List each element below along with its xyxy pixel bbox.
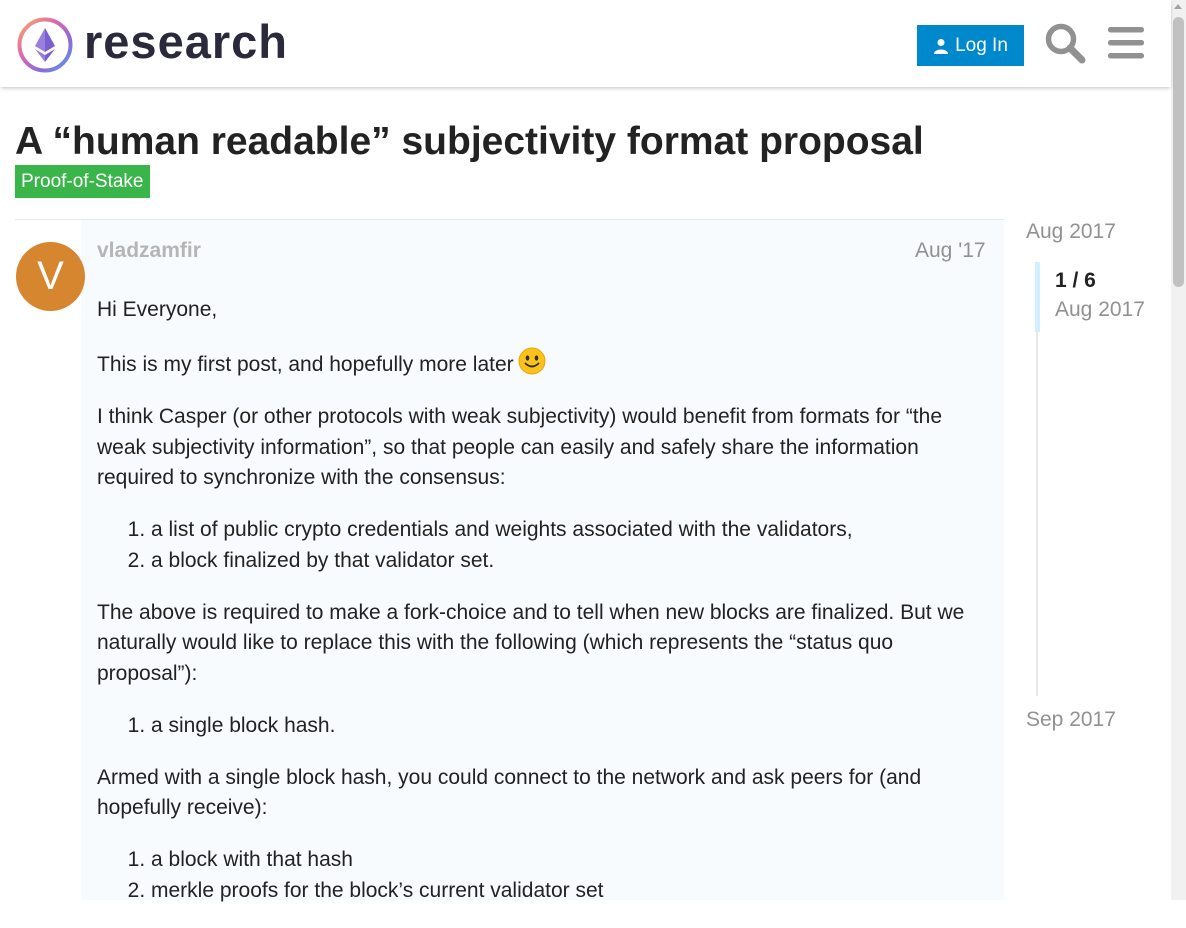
list-item: merkle proofs for the block’s current va… [151,876,982,907]
timeline-position[interactable]: 1 / 6 [1055,269,1096,293]
slight-smile-emoji-icon [518,347,546,375]
login-button[interactable]: Log In [917,25,1024,66]
post-paragraph: This is my first post, and hopefully mor… [97,347,982,381]
post-paragraph-text: This is my first post, and hopefully mor… [97,353,514,376]
site-header: research Log In [0,0,1171,87]
timeline-end-date[interactable]: Sep 2017 [1026,708,1116,732]
user-icon [934,38,949,54]
post-paragraph: Hi Everyone, [97,298,218,321]
list-item: a single block hash. [151,711,982,742]
login-label: Log In [955,34,1008,56]
page-scrollbar[interactable] [1171,0,1186,900]
list-peer-responses: a block with that hash merkle proofs for… [151,845,982,906]
brand-name[interactable]: research [84,12,288,72]
timeline-start-date[interactable]: Aug 2017 [1026,220,1116,244]
avatar[interactable]: V [16,242,85,311]
list-status-quo: a single block hash. [151,711,982,742]
scroll-up-arrow-icon[interactable] [1174,4,1182,9]
topic-title[interactable]: A “human readable” subjectivity format p… [15,118,924,166]
ethresearch-logo-icon[interactable] [16,16,74,74]
list-item: a block with that hash [151,845,982,876]
post-body: Hi Everyone, This is my first post, and … [97,295,982,928]
post-date[interactable]: Aug '17 [915,239,986,263]
post-username[interactable]: vladzamfir [97,239,201,263]
list-item: a block finalized by that validator set. [151,546,982,577]
category-badge[interactable]: Proof-of-Stake [15,165,150,198]
list-item: a list of public crypto credentials and … [151,515,982,546]
post-paragraph: The above is required to make a fork-cho… [97,600,965,685]
hamburger-menu-icon[interactable] [1104,21,1148,65]
post-paragraph: Armed with a single block hash, you coul… [97,765,922,820]
scroll-thumb[interactable] [1173,17,1184,287]
search-icon[interactable] [1043,21,1087,65]
post-paragraph: I think Casper (or other protocols with … [97,405,943,489]
list-requirements: a list of public crypto credentials and … [151,515,982,576]
timeline-handle[interactable] [1035,262,1040,332]
timeline-position-date: Aug 2017 [1055,298,1145,321]
